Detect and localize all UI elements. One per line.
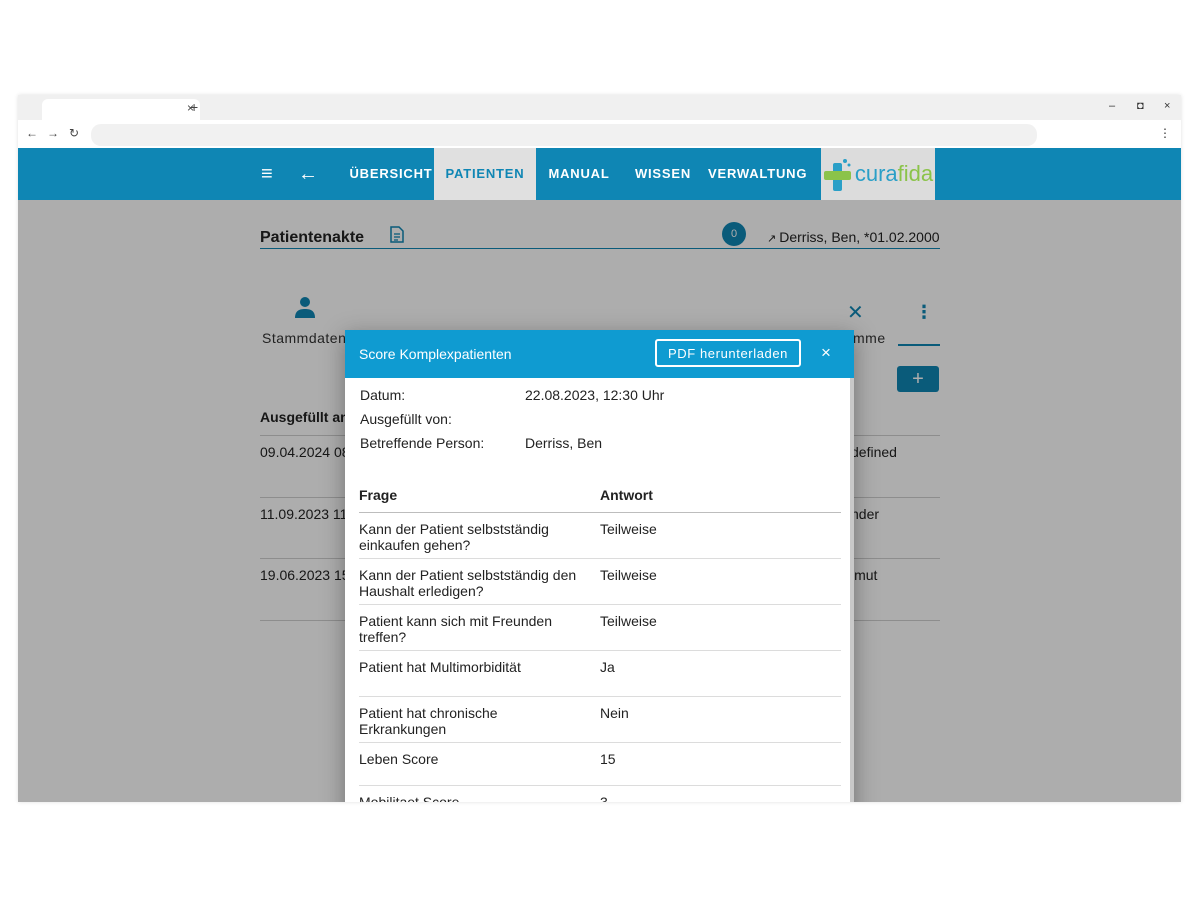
answer-cell: Teilweise [600, 521, 657, 537]
meta-label-ausgefuellt-von: Ausgefüllt von: [360, 411, 452, 427]
answer-cell: Teilweise [600, 567, 657, 583]
answer-cell: 3 [600, 794, 608, 802]
answer-cell: Nein [600, 705, 629, 721]
question-cell: Kann der Patient selbstständig einkaufen… [359, 521, 549, 553]
row-divider [359, 650, 841, 651]
row-divider [359, 742, 841, 743]
question-cell: Mobilitaet Score [359, 794, 460, 802]
curafida-logo[interactable]: curafida [821, 148, 935, 200]
meta-value-datum: 22.08.2023, 12:30 Uhr [525, 387, 665, 403]
question-cell: Patient hat chronische Erkrankungen [359, 705, 498, 737]
dialog-header: Score Komplexpatienten PDF herunterladen… [345, 330, 854, 378]
reload-icon[interactable]: ↻ [69, 126, 79, 140]
question-cell: Patient hat Multimorbidität [359, 659, 521, 675]
answer-cell: Teilweise [600, 613, 657, 629]
row-divider [359, 696, 841, 697]
app: ≡ ← ÜBERSICHT PATIENTEN MANUAL WISSEN VE… [18, 148, 1181, 802]
row-divider [359, 604, 841, 605]
dialog-title: Score Komplexpatienten [359, 346, 512, 362]
answer-cell: Ja [600, 659, 615, 675]
meta-label-datum: Datum: [360, 387, 406, 403]
row-divider [359, 558, 841, 559]
address-bar: ← → ↻ ⋮ [18, 120, 1181, 148]
browser-tabstrip: × + – ◘ × [18, 95, 1181, 120]
dialog-scrollbar[interactable] [850, 378, 854, 802]
table-header-divider [359, 512, 841, 513]
meta-label-person: Betreffende Person: [360, 435, 485, 451]
top-navigation: ≡ ← ÜBERSICHT PATIENTEN MANUAL WISSEN VE… [18, 148, 1181, 200]
logo-cross-icon [823, 159, 851, 191]
url-input[interactable] [91, 124, 1037, 146]
nav-verwaltung[interactable]: VERWALTUNG [708, 148, 806, 200]
dialog-close-icon[interactable]: × [821, 344, 831, 362]
nav-patienten[interactable]: PATIENTEN [434, 148, 536, 200]
browser-tab[interactable]: × [42, 99, 200, 120]
pdf-download-button[interactable]: PDF herunterladen [655, 339, 801, 367]
question-cell: Patient kann sich mit Freunden treffen? [359, 613, 552, 645]
nav-manual[interactable]: MANUAL [543, 148, 615, 200]
window-close-icon[interactable]: × [1164, 100, 1170, 112]
nav-uebersicht[interactable]: ÜBERSICHT [340, 148, 442, 200]
browser-window: × + – ◘ × ← → ↻ ⋮ ≡ ← ÜBERSICHT PATIENTE… [18, 95, 1181, 802]
row-divider [359, 785, 841, 786]
minimize-icon[interactable]: – [1109, 100, 1115, 112]
question-cell: Kann der Patient selbstständig den Haush… [359, 567, 577, 599]
back-arrow-icon[interactable]: ← [26, 126, 38, 140]
new-tab-icon[interactable]: + [190, 99, 198, 115]
column-header-antwort: Antwort [600, 487, 653, 503]
nav-wissen[interactable]: WISSEN [630, 148, 696, 200]
logo-text: curafida [854, 161, 934, 186]
nav-back-arrow-icon[interactable]: ← [298, 162, 318, 186]
main-content: Patientenakte 0 ↗ Derriss, Ben, *01.02.20… [18, 200, 1181, 802]
forward-arrow-icon[interactable]: → [47, 126, 59, 140]
question-cell: Leben Score [359, 751, 439, 767]
browser-menu-icon[interactable]: ⋮ [1159, 126, 1171, 140]
meta-value-person: Derriss, Ben [525, 435, 603, 451]
hamburger-menu-icon[interactable]: ≡ [261, 162, 273, 186]
answer-cell: 15 [600, 751, 616, 767]
score-dialog: Score Komplexpatienten PDF herunterladen… [345, 330, 854, 802]
column-header-frage: Frage [359, 487, 398, 503]
restore-icon[interactable]: ◘ [1137, 100, 1144, 112]
